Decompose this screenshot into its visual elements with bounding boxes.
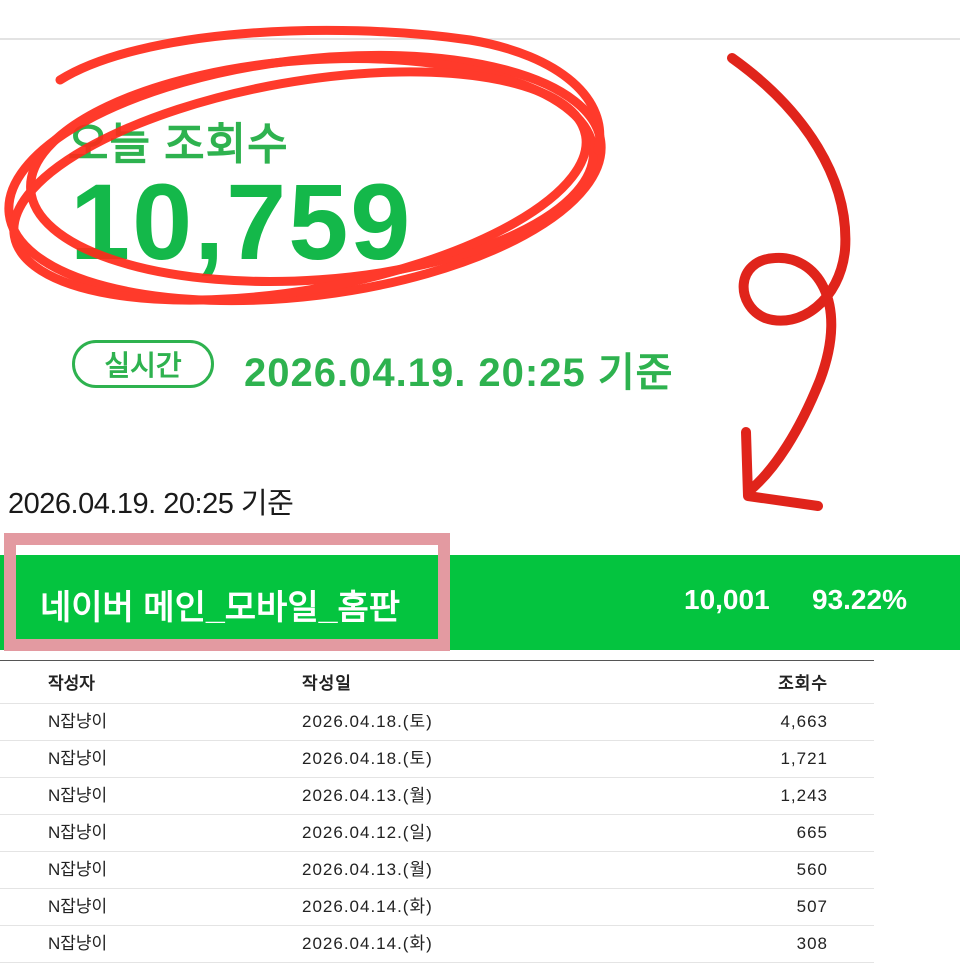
row-date: 2026.04.18.(토) (302, 712, 433, 731)
row-author: N잡냥이 (48, 897, 108, 916)
traffic-source-views: 10,001 (684, 584, 770, 615)
row-author: N잡냥이 (48, 786, 108, 805)
row-views: 665 (796, 823, 828, 842)
header-views[interactable]: 조회수 (778, 661, 828, 707)
row-views: 560 (796, 860, 828, 879)
header-date[interactable]: 작성일 (302, 661, 352, 707)
header-author[interactable]: 작성자 (48, 661, 95, 707)
row-author: N잡냥이 (48, 712, 108, 731)
basis-timestamp: 2026.04.19. 20:25 기준 (8, 488, 294, 520)
row-author: N잡냥이 (48, 823, 108, 842)
table-row[interactable]: N잡냥이 2026.04.14.(화) 507 (0, 889, 874, 926)
row-date: 2026.04.14.(화) (302, 934, 433, 953)
realtime-timestamp: 2026.04.19. 20:25 기준 (244, 351, 674, 395)
row-author: N잡냥이 (48, 749, 108, 768)
table-row[interactable]: N잡냥이 2026.04.14.(화) 308 (0, 926, 874, 963)
table-row[interactable]: N잡냥이 2026.04.12.(일) 665 (0, 815, 874, 852)
top-divider (0, 38, 960, 40)
highlight-box (4, 533, 450, 651)
row-views: 1,243 (780, 786, 828, 805)
posts-table: 작성자 작성일 조회수 N잡냥이 2026.04.18.(토) 4,663 N잡… (0, 660, 874, 963)
row-views: 1,721 (780, 749, 828, 768)
row-author: N잡냥이 (48, 860, 108, 879)
realtime-badge: 실시간 (72, 340, 214, 388)
row-date: 2026.04.18.(토) (302, 749, 433, 768)
today-views-count: 10,759 (70, 161, 413, 282)
row-views: 308 (796, 934, 828, 953)
row-date: 2026.04.13.(월) (302, 860, 433, 879)
traffic-source-percent: 93.22% (812, 584, 907, 615)
row-views: 507 (796, 897, 828, 916)
table-row[interactable]: N잡냥이 2026.04.18.(토) 4,663 (0, 704, 874, 741)
row-date: 2026.04.14.(화) (302, 897, 433, 916)
table-row[interactable]: N잡냥이 2026.04.13.(월) 1,243 (0, 778, 874, 815)
row-author: N잡냥이 (48, 934, 108, 953)
table-row[interactable]: N잡냥이 2026.04.13.(월) 560 (0, 852, 874, 889)
row-date: 2026.04.13.(월) (302, 786, 433, 805)
table-row[interactable]: N잡냥이 2026.04.18.(토) 1,721 (0, 741, 874, 778)
red-curved-arrow (727, 53, 851, 511)
row-views: 4,663 (780, 712, 828, 731)
table-header-row: 작성자 작성일 조회수 (0, 661, 874, 704)
row-date: 2026.04.12.(일) (302, 823, 433, 842)
